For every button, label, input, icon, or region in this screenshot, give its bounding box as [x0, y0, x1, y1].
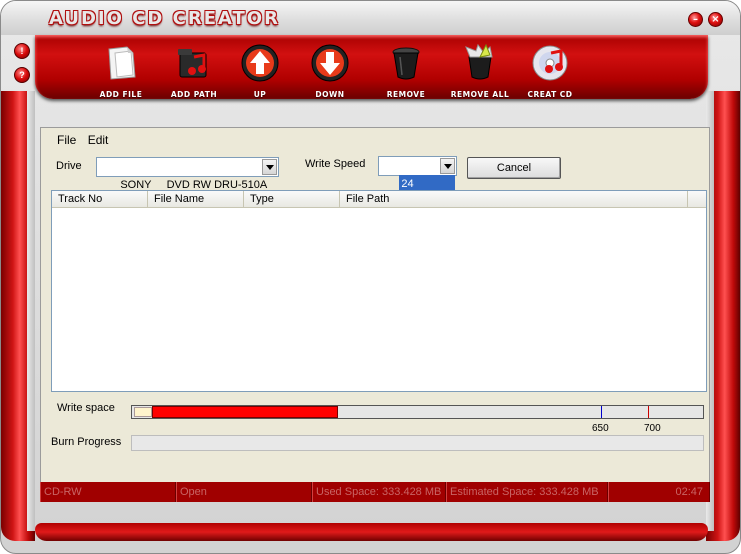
bottom-bar	[35, 523, 708, 541]
column-track-no[interactable]: Track No	[52, 191, 148, 208]
help-button[interactable]: ?	[14, 67, 30, 83]
create-cd-label: CREAT CD	[527, 90, 573, 99]
burn-progress-label: Burn Progress	[51, 436, 122, 448]
trash-full-icon	[465, 43, 493, 80]
trash-icon	[392, 47, 420, 80]
status-bar: CD-RW Open Used Space: 333.428 MB Estima…	[40, 482, 710, 502]
tick-650	[601, 406, 602, 418]
toolbar: ADD FILE ADD PATH UP DOWN REMOVE REMOVE …	[35, 35, 708, 99]
app-title: AUDIO CD CREATOR	[49, 8, 280, 29]
cancel-button[interactable]: Cancel	[467, 157, 561, 179]
mark-700-label: 700	[644, 423, 661, 434]
drive-select[interactable]: SONY DVD RW DRU-510A	[96, 157, 279, 191]
status-state: Open	[176, 482, 312, 502]
write-space-free	[134, 407, 152, 417]
arrow-down-icon	[311, 44, 349, 82]
chevron-down-icon[interactable]	[262, 159, 277, 175]
app-window: AUDIO CD CREATOR – × ! ? ADD FILE ADD PA…	[0, 0, 741, 554]
track-list[interactable]: Track No File Name Type File Path	[51, 190, 707, 392]
add-file-label: ADD FILE	[99, 90, 143, 99]
arrow-up-icon	[241, 44, 279, 82]
write-speed-select[interactable]: 24	[378, 156, 457, 193]
title-bar: AUDIO CD CREATOR – ×	[1, 1, 740, 35]
menu-edit[interactable]: Edit	[88, 133, 109, 147]
add-file-button[interactable]: ADD FILE	[91, 43, 151, 99]
chevron-down-icon[interactable]	[440, 158, 455, 174]
status-time: 02:47	[608, 482, 710, 502]
add-path-button[interactable]: ADD PATH	[161, 43, 227, 99]
cd-music-icon	[532, 45, 568, 81]
burn-progress-bar	[131, 435, 704, 451]
status-media: CD-RW	[40, 482, 176, 502]
create-cd-button[interactable]: CREAT CD	[522, 43, 578, 99]
write-speed-label: Write Speed	[305, 158, 366, 170]
close-button[interactable]: ×	[708, 12, 723, 27]
add-path-icon	[178, 49, 207, 78]
write-space-used	[152, 406, 338, 418]
tick-700	[648, 406, 649, 418]
menu-file[interactable]: File	[57, 133, 76, 147]
status-estimated-space: Estimated Space: 333.428 MB	[446, 482, 608, 502]
main-panel: File Edit Drive SONY DVD RW DRU-510A Wri…	[40, 127, 710, 502]
status-used-space: Used Space: 333.428 MB	[312, 482, 446, 502]
column-file-name[interactable]: File Name	[148, 191, 244, 208]
left-rail-inner	[27, 91, 35, 531]
write-space-label: Write space	[57, 402, 115, 414]
remove-label: REMOVE	[386, 90, 426, 99]
remove-all-button[interactable]: REMOVE ALL	[445, 43, 515, 99]
column-type[interactable]: Type	[244, 191, 340, 208]
add-file-icon	[108, 46, 136, 80]
drive-label: Drive	[56, 160, 82, 172]
up-button[interactable]: UP	[239, 43, 281, 99]
down-button[interactable]: DOWN	[306, 43, 354, 99]
menu-bar: File Edit	[57, 133, 116, 147]
up-label: UP	[253, 90, 267, 99]
remove-all-label: REMOVE ALL	[450, 90, 510, 99]
track-list-header: Track No File Name Type File Path	[52, 191, 706, 208]
write-space-meter	[131, 405, 704, 419]
alert-button[interactable]: !	[14, 43, 30, 59]
column-file-path[interactable]: File Path	[340, 191, 688, 208]
down-label: DOWN	[315, 90, 345, 99]
add-path-label: ADD PATH	[170, 90, 218, 99]
remove-button[interactable]: REMOVE	[380, 43, 432, 99]
minimize-button[interactable]: –	[688, 12, 703, 27]
mark-650-label: 650	[592, 423, 609, 434]
